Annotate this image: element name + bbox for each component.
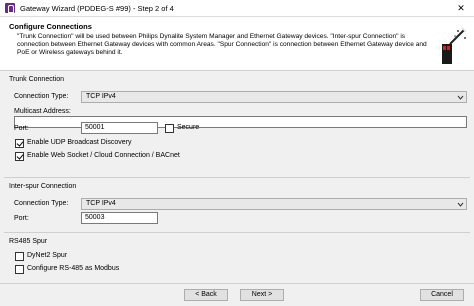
udp-broadcast-checkbox[interactable] bbox=[15, 139, 24, 148]
trunk-connection-type-select[interactable]: TCP IPv4 bbox=[81, 91, 467, 103]
next-button[interactable]: Next > bbox=[240, 289, 284, 301]
chevron-down-icon bbox=[457, 95, 464, 100]
chevron-down-icon bbox=[457, 202, 464, 207]
section-divider bbox=[4, 177, 470, 178]
interspur-port-label: Port: bbox=[14, 215, 29, 222]
page-description: "Trunk Connection" will be used between … bbox=[17, 33, 427, 57]
dynet2-spur-checkbox[interactable] bbox=[15, 252, 24, 261]
trunk-section-label: Trunk Connection bbox=[9, 76, 64, 83]
interspur-section-label: Inter-spur Connection bbox=[9, 183, 77, 190]
trunk-connection-type-label: Connection Type: bbox=[14, 93, 69, 100]
cancel-button[interactable]: Cancel bbox=[420, 289, 464, 301]
interspur-connection-type-select[interactable]: TCP IPv4 bbox=[81, 198, 467, 210]
app-icon bbox=[5, 3, 15, 13]
wizard-wand-icon bbox=[442, 27, 467, 64]
title-bar: Gateway Wizard (PDDEG-S #99) - Step 2 of… bbox=[0, 0, 474, 17]
page-title: Configure Connections bbox=[9, 22, 92, 31]
trunk-connection-type-value: TCP IPv4 bbox=[86, 93, 116, 100]
close-button[interactable]: ✕ bbox=[448, 0, 474, 17]
trunk-port-label: Port: bbox=[14, 125, 29, 132]
secure-label: Secure bbox=[177, 124, 200, 131]
window-title: Gateway Wizard (PDDEG-S #99) - Step 2 of… bbox=[20, 4, 174, 13]
section-divider bbox=[4, 232, 470, 233]
back-button[interactable]: < Back bbox=[184, 289, 228, 301]
interspur-connection-type-label: Connection Type: bbox=[14, 200, 69, 207]
secure-checkbox[interactable] bbox=[165, 124, 174, 133]
web-socket-checkbox[interactable] bbox=[15, 152, 24, 161]
interspur-port-input[interactable]: 50003 bbox=[81, 212, 158, 224]
trunk-port-input[interactable]: 50001 bbox=[81, 122, 158, 134]
modbus-label: Configure RS-485 as Modbus bbox=[27, 265, 120, 272]
udp-broadcast-label: Enable UDP Broadcast Discovery bbox=[27, 139, 132, 146]
multicast-address-label: Multicast Address: bbox=[14, 108, 71, 115]
wizard-footer: < Back Next > Cancel bbox=[0, 283, 474, 306]
modbus-checkbox[interactable] bbox=[15, 265, 24, 274]
rs485-section-label: RS485 Spur bbox=[9, 238, 48, 245]
wizard-header: Configure Connections "Trunk Connection"… bbox=[0, 17, 474, 71]
interspur-connection-type-value: TCP IPv4 bbox=[86, 200, 116, 207]
dynet2-spur-label: DyNet2 Spur bbox=[27, 252, 68, 259]
web-socket-label: Enable Web Socket / Cloud Connection / B… bbox=[27, 152, 180, 159]
